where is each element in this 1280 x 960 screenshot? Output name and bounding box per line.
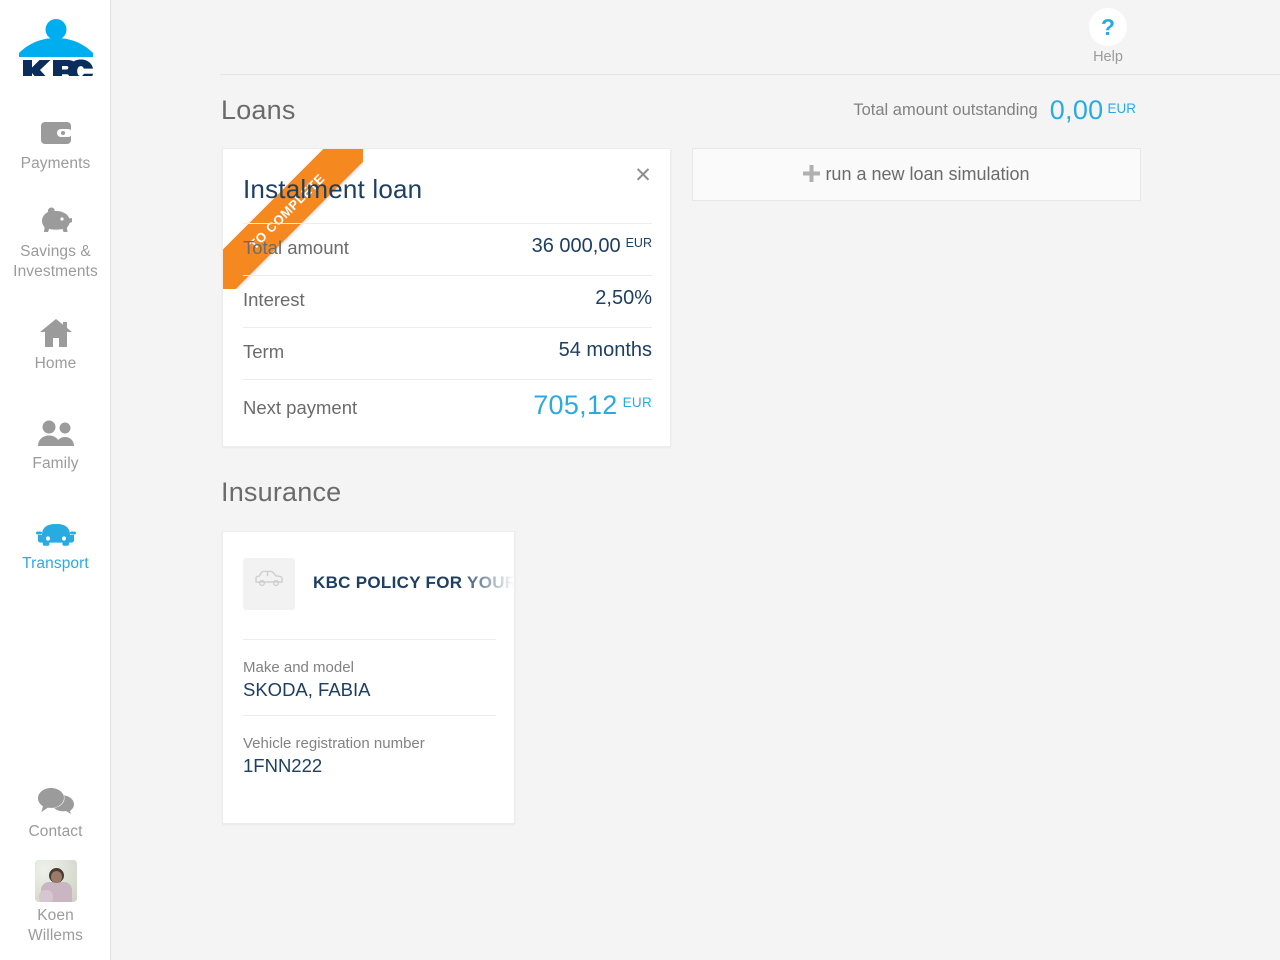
insurance-section-title: Insurance xyxy=(221,477,342,507)
kbc-logo[interactable] xyxy=(0,16,111,78)
loan-row: Term 54 months xyxy=(243,327,652,379)
loan-row-amount: 54 months xyxy=(558,339,652,361)
user-last-name: Willems xyxy=(28,927,83,944)
loan-detail-rows: Total amount 36 000,00 EUR Interest 2,50%… xyxy=(243,223,652,439)
chat-bubbles-icon xyxy=(0,784,111,818)
sidebar-item-label: Savings & Investments xyxy=(13,243,98,280)
car-icon xyxy=(0,516,111,550)
insurance-field: Make and model SKODA, FABIA xyxy=(243,639,496,701)
sidebar-item-contact[interactable]: Contact xyxy=(0,784,111,842)
insurance-field-value: 1FNN222 xyxy=(243,755,323,776)
avatar xyxy=(34,860,77,902)
loan-row: Next payment 705,12 EUR xyxy=(243,379,652,439)
loan-card-title: Instalment loan xyxy=(243,174,423,204)
insurance-field: Vehicle registration number 1FNN222 xyxy=(243,715,496,777)
sidebar-item-label: Family xyxy=(32,455,79,472)
plus-icon xyxy=(803,152,821,203)
loan-row-value: 2,50% xyxy=(595,287,652,310)
loan-row-label: Total amount xyxy=(243,237,349,258)
sidebar-item-savings-investments[interactable]: Savings & Investments xyxy=(0,204,111,282)
loan-card[interactable]: TO COMPLETE ✕ Instalment loan Total amou… xyxy=(222,148,671,447)
family-icon xyxy=(0,416,111,450)
insurance-field-label: Make and model xyxy=(243,659,354,676)
run-new-loan-simulation-button[interactable]: run a new loan simulation xyxy=(692,148,1141,201)
house-icon xyxy=(0,316,111,350)
insurance-field-label: Vehicle registration number xyxy=(243,735,425,752)
sidebar-item-label: Contact xyxy=(28,823,83,840)
loan-row-currency: EUR xyxy=(625,236,652,250)
kbc-logo-icon xyxy=(18,19,93,76)
loan-row-label: Term xyxy=(243,341,285,362)
insurance-field-value: SKODA, FABIA xyxy=(243,679,371,700)
loan-row: Total amount 36 000,00 EUR xyxy=(243,223,652,275)
total-outstanding: Total amount outstanding 0,00 EUR xyxy=(711,95,1136,126)
help-label: Help xyxy=(1093,49,1123,65)
car-outline-icon xyxy=(243,558,295,610)
sidebar-item-transport[interactable]: Transport xyxy=(0,516,111,574)
close-icon[interactable]: ✕ xyxy=(630,163,656,189)
loans-section-title: Loans xyxy=(221,95,296,125)
sidebar-item-label: Home xyxy=(34,355,77,372)
user-first-name: Koen xyxy=(37,907,74,924)
run-new-loan-simulation-label: run a new loan simulation xyxy=(825,164,1030,184)
total-outstanding-value: 0,00 xyxy=(1049,95,1104,125)
main-content: ? Help Loans Total amount outstanding 0,0… xyxy=(111,0,1280,960)
total-outstanding-currency: EUR xyxy=(1107,101,1136,116)
sidebar-item-payments[interactable]: Payments xyxy=(0,116,111,174)
sidebar-item-home[interactable]: Home xyxy=(0,316,111,374)
help-button[interactable]: ? Help xyxy=(1073,8,1143,65)
loan-row-amount: 705,12 xyxy=(533,390,618,420)
sidebar-item-label: Payments xyxy=(20,155,91,172)
loan-row-value: 54 months xyxy=(559,339,652,362)
total-outstanding-label: Total amount outstanding xyxy=(853,101,1038,119)
sidebar-item-label: Transport xyxy=(22,555,89,572)
loan-row-amount: 2,50% xyxy=(595,287,652,309)
sidebar-item-family[interactable]: Family xyxy=(0,416,111,474)
sidebar: Payments Savings & Investments Home Fami… xyxy=(0,0,111,960)
loan-row-currency: EUR xyxy=(622,395,652,410)
loan-row-value: 705,12 EUR xyxy=(533,390,652,421)
loan-row-label: Interest xyxy=(243,289,305,310)
insurance-card[interactable]: KBC POLICY FOR YOUR Make and model SKODA… xyxy=(222,531,515,824)
piggy-bank-icon xyxy=(0,204,111,238)
loan-row-amount: 36 000,00 xyxy=(531,235,621,257)
page-header: ? Help xyxy=(111,0,1280,75)
insurance-card-header: KBC POLICY FOR YOUR xyxy=(243,558,515,610)
header-divider xyxy=(220,74,1280,75)
question-mark-icon: ? xyxy=(1089,8,1127,46)
sidebar-item-user-profile[interactable]: Koen Willems xyxy=(0,860,111,946)
wallet-icon xyxy=(0,116,111,150)
insurance-policy-name: KBC POLICY FOR YOUR xyxy=(313,573,515,592)
loan-row-value: 36 000,00 EUR xyxy=(532,235,652,258)
loan-row: Interest 2,50% xyxy=(243,275,652,327)
loan-row-label: Next payment xyxy=(243,397,358,418)
